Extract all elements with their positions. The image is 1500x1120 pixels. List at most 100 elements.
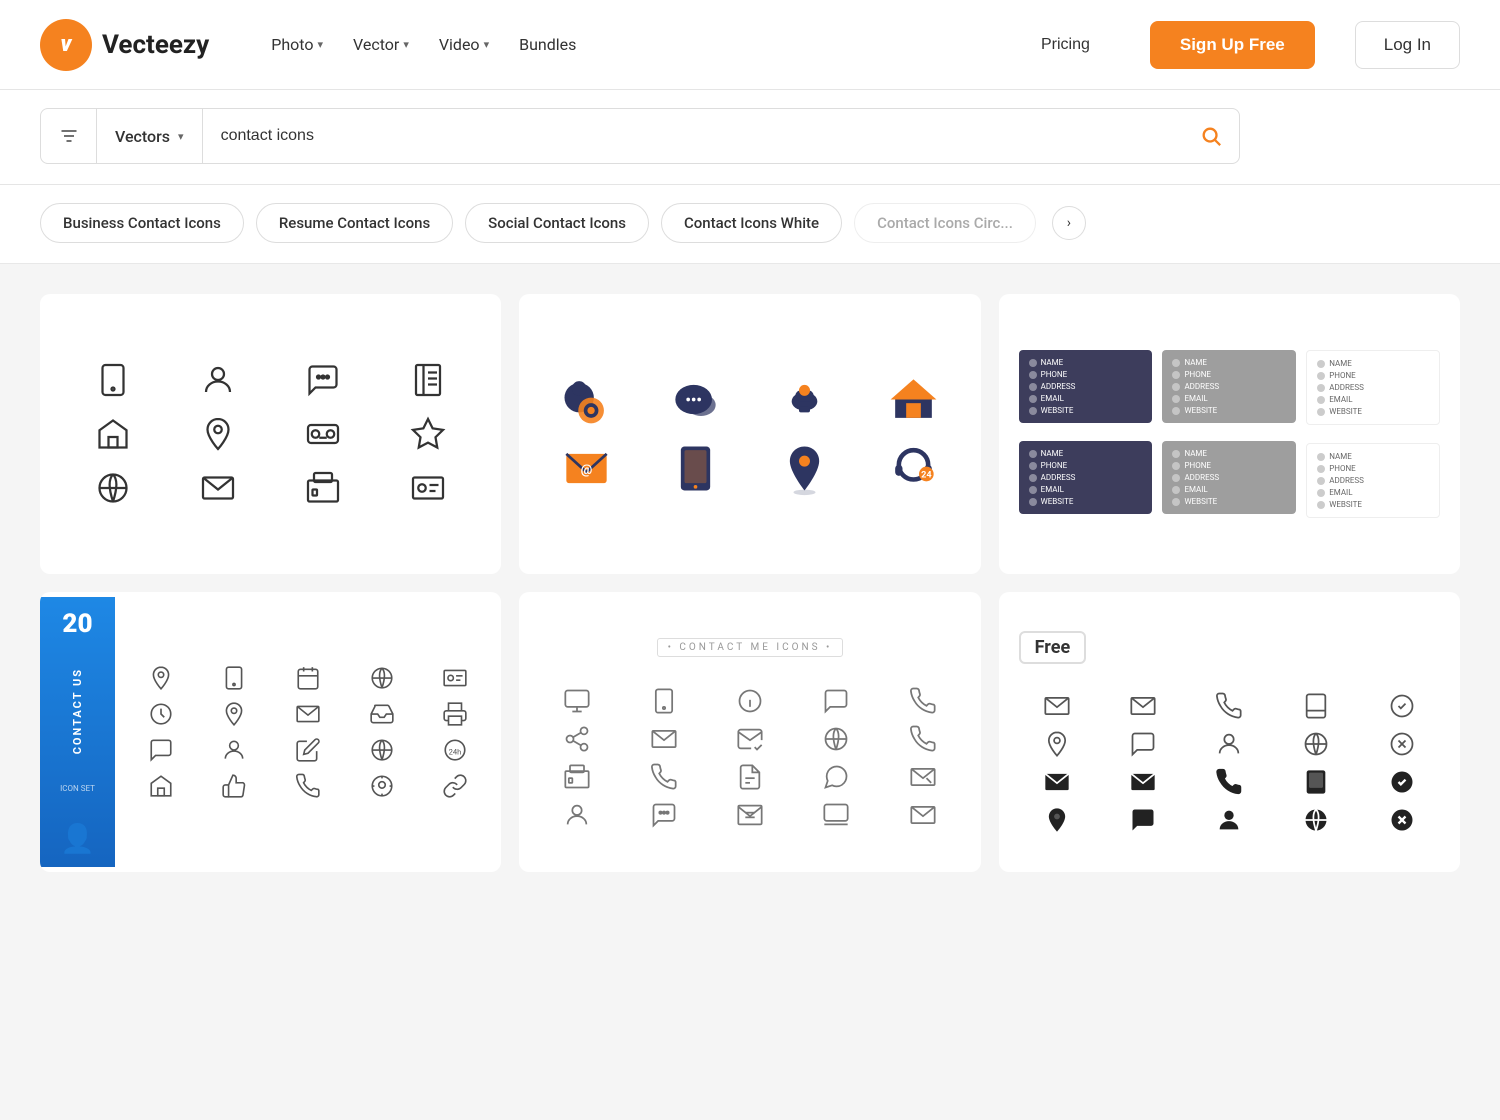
icon-person bbox=[175, 362, 262, 398]
icon-location bbox=[175, 416, 262, 452]
nav-bundles[interactable]: Bundles bbox=[507, 27, 588, 62]
fi-x-circle-icon bbox=[1364, 730, 1440, 758]
cm-doc-icon bbox=[712, 763, 788, 791]
contact-block-gray-2: NAME PHONE ADDRESS EMAIL WEBSITE bbox=[1162, 441, 1296, 514]
cs-globe-icon bbox=[350, 665, 414, 691]
chip-contact-circle[interactable]: Contact Icons Circ... bbox=[854, 203, 1036, 243]
pricing-button[interactable]: Pricing bbox=[1021, 28, 1110, 62]
cs-phone-icon bbox=[203, 665, 267, 691]
cs-landline-icon bbox=[276, 773, 340, 799]
icon-chat bbox=[280, 362, 367, 398]
chip-social-contact[interactable]: Social Contact Icons bbox=[465, 203, 649, 243]
svg-text:24: 24 bbox=[921, 471, 932, 481]
fi-person-icon bbox=[1191, 730, 1267, 758]
cm-monitor-icon bbox=[539, 687, 615, 715]
contact-col-1: NAME PHONE ADDRESS EMAIL WEBSITE NAME PH… bbox=[1019, 350, 1153, 518]
flat-phone-icon bbox=[757, 372, 852, 427]
cs-person2-icon bbox=[203, 737, 267, 763]
cm-globe3-icon bbox=[798, 725, 874, 753]
icon-vcard bbox=[384, 470, 471, 506]
contact-block-dark-1: NAME PHONE ADDRESS EMAIL WEBSITE bbox=[1019, 350, 1153, 423]
cm-user2-icon bbox=[539, 801, 615, 829]
contact-block-light-2: NAME PHONE ADDRESS EMAIL WEBSITE bbox=[1306, 443, 1440, 518]
icon-home bbox=[70, 416, 157, 452]
cs-247-icon: 24h bbox=[424, 737, 488, 763]
fi-mail2-filled-icon bbox=[1105, 768, 1181, 796]
result-card-4[interactable]: 20 CONTACT US ICON SET 👤 bbox=[40, 592, 501, 872]
icon-mail bbox=[175, 470, 262, 506]
result-card-5[interactable]: • CONTACT ME ICONS • bbox=[519, 592, 980, 872]
cm-call-icon bbox=[884, 687, 960, 715]
logo-icon: v bbox=[40, 19, 92, 71]
chip-resume-contact[interactable]: Resume Contact Icons bbox=[256, 203, 453, 243]
fi-check-filled-icon bbox=[1364, 768, 1440, 796]
result-card-3[interactable]: NAME PHONE ADDRESS EMAIL WEBSITE NAME PH… bbox=[999, 294, 1460, 574]
cs-calendar-icon bbox=[276, 665, 340, 691]
chips-section: Business Contact Icons Resume Contact Ic… bbox=[0, 185, 1500, 264]
search-input[interactable] bbox=[203, 109, 1183, 163]
fi-globe-icon bbox=[1277, 730, 1353, 758]
filter-button[interactable] bbox=[41, 109, 97, 163]
icon-voicemail bbox=[280, 416, 367, 452]
cm-forward-icon bbox=[884, 763, 960, 791]
category-dropdown[interactable]: Vectors ▾ bbox=[97, 109, 203, 163]
flat-location-icon bbox=[757, 441, 852, 496]
result-card-2[interactable]: @ bbox=[519, 294, 980, 574]
icon-phone bbox=[70, 362, 157, 398]
nav-vector[interactable]: Vector ▾ bbox=[341, 27, 421, 62]
free-badge: Free bbox=[1019, 631, 1087, 664]
cm-laptop-icon bbox=[798, 801, 874, 829]
cm-reply-icon bbox=[884, 801, 960, 829]
chips-next-arrow[interactable]: › bbox=[1052, 206, 1086, 240]
cs-card-icon bbox=[424, 665, 488, 691]
contact-block-gray-1: NAME PHONE ADDRESS EMAIL WEBSITE bbox=[1162, 350, 1296, 423]
contact-me-label: • CONTACT ME ICONS • bbox=[657, 638, 844, 657]
cs-link-icon bbox=[424, 773, 488, 799]
fi-chat-icon bbox=[1105, 730, 1181, 758]
cm-fax2-icon bbox=[539, 763, 615, 791]
flat-headset-icon: 24 bbox=[866, 441, 961, 496]
cs-like-icon bbox=[203, 773, 267, 799]
cm-open-mail-icon bbox=[712, 725, 788, 753]
cm-info-icon bbox=[712, 687, 788, 715]
free-icons-grid bbox=[1019, 692, 1440, 834]
cm-newsletter-icon bbox=[712, 801, 788, 829]
cm-bubble-icon bbox=[798, 763, 874, 791]
chip-business-contact[interactable]: Business Contact Icons bbox=[40, 203, 244, 243]
search-button[interactable] bbox=[1183, 109, 1239, 163]
svg-text:24h: 24h bbox=[449, 747, 462, 756]
contact-me-content: • CONTACT ME ICONS • bbox=[539, 635, 960, 829]
chip-contact-white[interactable]: Contact Icons White bbox=[661, 203, 842, 243]
signup-button[interactable]: Sign Up Free bbox=[1150, 21, 1315, 69]
cs-support2-icon bbox=[350, 773, 414, 799]
search-section: Vectors ▾ bbox=[0, 90, 1500, 185]
nav-video[interactable]: Video ▾ bbox=[427, 27, 501, 62]
fi-x-filled-icon bbox=[1364, 806, 1440, 834]
logo-link[interactable]: v Vecteezy bbox=[40, 19, 209, 71]
fi-tablet-icon bbox=[1277, 692, 1353, 720]
contact-block-dark-2: NAME PHONE ADDRESS EMAIL WEBSITE bbox=[1019, 441, 1153, 514]
cs-inbox-icon bbox=[350, 701, 414, 727]
chevron-down-icon: ▾ bbox=[484, 38, 490, 51]
contact-block-light-1: NAME PHONE ADDRESS EMAIL WEBSITE bbox=[1306, 350, 1440, 425]
fi-location-icon bbox=[1019, 730, 1095, 758]
cs-location-icon bbox=[129, 665, 193, 691]
fi-mail-icon bbox=[1019, 692, 1095, 720]
fi-globe-filled-icon bbox=[1277, 806, 1353, 834]
fi-person-filled-icon bbox=[1191, 806, 1267, 834]
contact-me-grid bbox=[539, 687, 960, 829]
nav-photo[interactable]: Photo ▾ bbox=[259, 27, 335, 62]
site-header: v Vecteezy Photo ▾ Vector ▾ Video ▾ Bund… bbox=[0, 0, 1500, 90]
outline-icons-grid bbox=[60, 352, 481, 516]
result-card-6[interactable]: Free bbox=[999, 592, 1460, 872]
fi-chat-filled-icon bbox=[1105, 806, 1181, 834]
cs-mail-icon bbox=[276, 701, 340, 727]
fi-call-filled-icon bbox=[1191, 768, 1267, 796]
cm-share-icon bbox=[539, 725, 615, 753]
flat-tablet-icon bbox=[648, 441, 743, 496]
result-card-1[interactable] bbox=[40, 294, 501, 574]
fi-call-icon bbox=[1191, 692, 1267, 720]
chevron-down-icon: ▾ bbox=[178, 130, 184, 143]
login-button[interactable]: Log In bbox=[1355, 21, 1460, 69]
cs-location2-icon bbox=[203, 701, 267, 727]
